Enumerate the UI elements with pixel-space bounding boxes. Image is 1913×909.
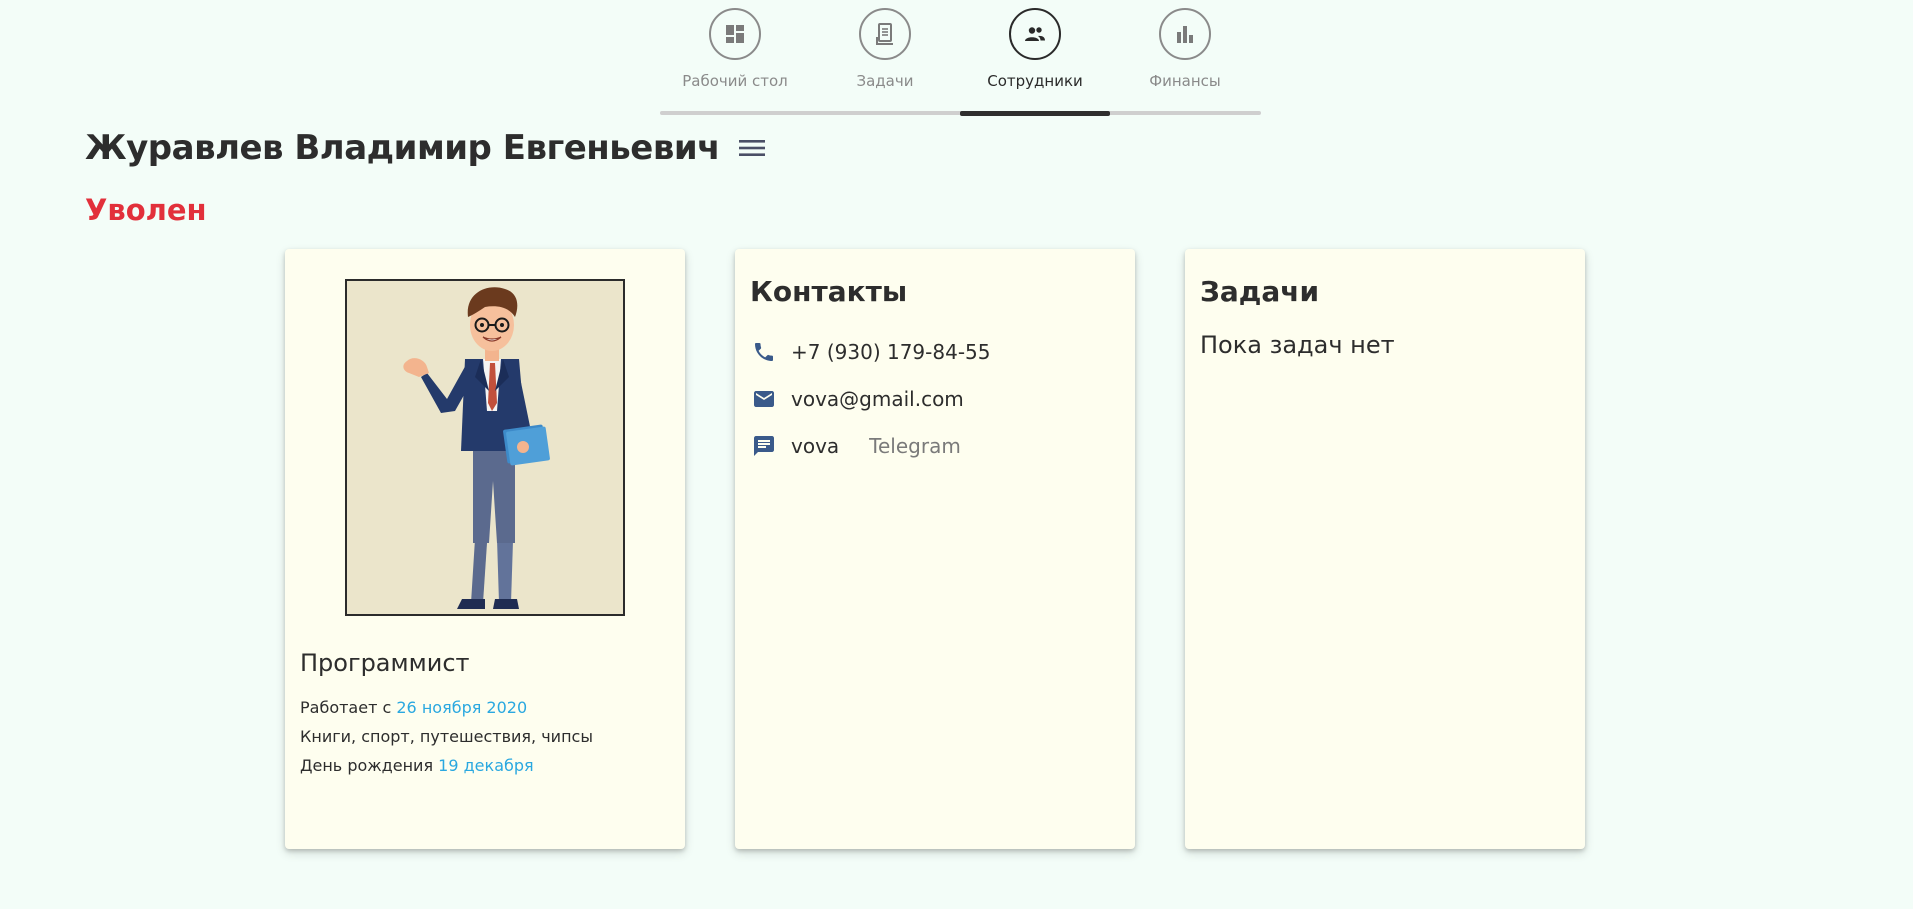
hamburger-menu-icon[interactable] bbox=[738, 136, 766, 160]
phone-row[interactable]: +7 (930) 179-84-55 bbox=[750, 337, 990, 367]
works-since-line: Работает с 26 ноября 2020 bbox=[300, 698, 527, 717]
top-navigation: Рабочий стол Задачи Сотрудники Финансы bbox=[660, 0, 1261, 118]
status-badge: Уволен bbox=[85, 193, 207, 227]
page-title: Журавлев Владимир Евгеньевич bbox=[85, 128, 721, 168]
birthday-date[interactable]: 19 декабря bbox=[438, 756, 533, 775]
dashboard-icon bbox=[709, 8, 761, 60]
nav-active-indicator bbox=[960, 111, 1110, 116]
nav-item-employees[interactable]: Сотрудники bbox=[960, 8, 1110, 98]
nav-label-employees: Сотрудники bbox=[987, 72, 1083, 90]
tasks-title: Задачи bbox=[1200, 275, 1320, 308]
avatar bbox=[345, 279, 625, 616]
contacts-title: Контакты bbox=[750, 275, 908, 308]
works-since-label: Работает с bbox=[300, 698, 392, 717]
bar-chart-icon bbox=[1159, 8, 1211, 60]
nav-label-tasks: Задачи bbox=[856, 72, 914, 90]
nav-label-dashboard: Рабочий стол bbox=[682, 72, 788, 90]
email-value: vova@gmail.com bbox=[791, 387, 964, 411]
nav-item-tasks[interactable]: Задачи bbox=[810, 8, 960, 98]
nav-label-finance: Финансы bbox=[1149, 72, 1221, 90]
messenger-user: vova bbox=[791, 434, 840, 458]
phone-value: +7 (930) 179-84-55 bbox=[791, 340, 991, 364]
job-position: Программист bbox=[300, 649, 470, 677]
contacts-card: Контакты +7 (930) 179-84-55 vova@gmail.c… bbox=[735, 249, 1135, 849]
chat-icon bbox=[750, 432, 778, 460]
tasks-empty-message: Пока задач нет bbox=[1200, 331, 1395, 359]
profile-card: Программист Работает с 26 ноября 2020 Кн… bbox=[285, 249, 685, 849]
birthday-line: День рождения 19 декабря bbox=[300, 756, 534, 775]
document-icon bbox=[859, 8, 911, 60]
birthday-label: День рождения bbox=[300, 756, 434, 775]
messenger-row[interactable]: vova Telegram bbox=[750, 431, 961, 461]
mail-icon bbox=[750, 385, 778, 413]
works-since-date[interactable]: 26 ноября 2020 bbox=[396, 698, 527, 717]
hobbies-line: Книги, спорт, путешествия, чипсы bbox=[300, 727, 593, 746]
nav-item-dashboard[interactable]: Рабочий стол bbox=[660, 8, 810, 98]
people-icon bbox=[1009, 8, 1061, 60]
email-row[interactable]: vova@gmail.com bbox=[750, 384, 964, 414]
tasks-card: Задачи Пока задач нет bbox=[1185, 249, 1585, 849]
phone-icon bbox=[750, 338, 778, 366]
nav-item-finance[interactable]: Финансы bbox=[1110, 8, 1260, 98]
title-row: Журавлев Владимир Евгеньевич bbox=[85, 128, 766, 168]
messenger-name: Telegram bbox=[869, 434, 961, 458]
